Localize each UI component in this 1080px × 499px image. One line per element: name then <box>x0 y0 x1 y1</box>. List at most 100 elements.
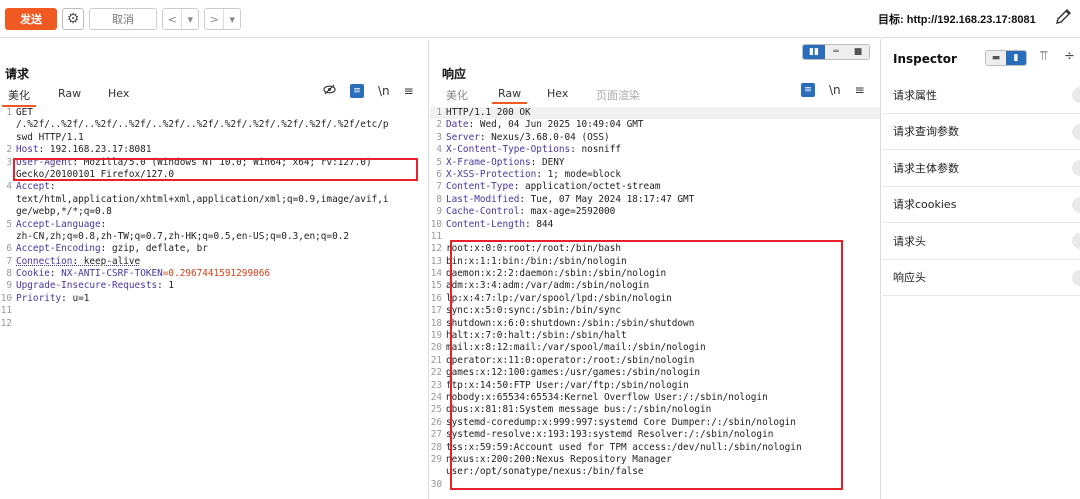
expand-handle[interactable] <box>1072 196 1080 213</box>
code-line: 6 X-XSS-Protection: 1; mode=block <box>430 169 880 181</box>
layout-toggle: ▮▮ ═ ■ <box>802 44 870 60</box>
edit-target-icon[interactable] <box>1054 6 1076 28</box>
newline-toggle[interactable]: \n <box>829 83 841 97</box>
line-number: 24 <box>430 391 442 403</box>
code-line: 5 Accept-Language: <box>0 219 428 231</box>
response-tab-pretty[interactable]: 美化 <box>446 87 468 103</box>
split-horizontal-icon[interactable]: ▮▮ <box>803 45 825 59</box>
line-number: 12 <box>0 317 12 329</box>
code-token: : Mozilla/5.0 (Windows NT 10.0; Win64; x… <box>72 156 372 168</box>
code-line: 21 operator:x:11:0:operator:/root:/sbin/n… <box>430 355 880 367</box>
split-vertical-icon[interactable]: ═ <box>825 45 847 59</box>
code-token: lp:x:4:7:lp:/var/spool/lpd:/sbin/nologin <box>446 292 672 304</box>
code-token: : 1 <box>157 280 175 292</box>
menu-icon[interactable]: ≡ <box>855 83 865 97</box>
forward-history-dropdown[interactable]: ▾ <box>224 9 240 29</box>
code-token: Accept <box>16 181 50 193</box>
wrap-lines-icon[interactable]: ≡ <box>350 84 364 98</box>
code-token: X-XSS-Protection <box>446 168 537 180</box>
code-token: nobody:x:65534:65534:Kernel Overflow Use… <box>446 391 768 403</box>
inspector-panel-icon[interactable]: ▮ <box>1006 51 1026 65</box>
code-line: ge/webp,*/*;q=0.8 <box>0 206 428 218</box>
target-label: 目标: http://192.168.23.17:8081 <box>878 14 1036 26</box>
request-editor-tools: ≡ \n ≡ <box>323 83 414 99</box>
response-title: 响应 <box>442 67 467 81</box>
forward-button[interactable]: > <box>205 9 225 29</box>
line-text: GET <box>16 107 33 119</box>
inspector-section[interactable]: 请求查询参数 <box>882 114 1080 150</box>
inspector-section[interactable]: 响应头 <box>882 260 1080 296</box>
menu-icon[interactable]: ≡ <box>404 84 414 98</box>
inspector-section[interactable]: 请求属性 <box>882 77 1080 114</box>
wrap-lines-icon[interactable]: ≡ <box>801 83 815 97</box>
inspector-list-icon[interactable]: ▬ <box>986 51 1006 65</box>
code-token: dbus:x:81:81:System message bus:/:/sbin/… <box>446 404 712 416</box>
code-line: user:/opt/sonatype/nexus:/bin/false <box>430 466 880 478</box>
expand-handle[interactable] <box>1072 87 1080 103</box>
code-line: 23 ftp:x:14:50:FTP User:/var/ftp:/sbin/no… <box>430 380 880 392</box>
expand-handle[interactable] <box>1072 233 1080 249</box>
align-center-icon[interactable]: ÷ <box>1064 49 1075 64</box>
back-button[interactable]: < <box>163 9 183 29</box>
code-line: 7 Connection: keep-alive <box>0 256 428 268</box>
expand-handle[interactable] <box>1072 269 1080 286</box>
request-tab-hex[interactable]: Hex <box>108 87 129 100</box>
line-text: shutdown:x:6:0:shutdown:/sbin:/sbin/shut… <box>446 318 694 330</box>
code-token: GET <box>16 107 33 118</box>
code-line: 11 <box>430 231 880 243</box>
expand-handle[interactable] <box>1072 160 1080 176</box>
line-text: Priority: u=1 <box>16 293 89 305</box>
inspector-section[interactable]: 请求cookies <box>882 187 1080 223</box>
cancel-button[interactable]: 取消 <box>89 8 157 30</box>
back-history-dropdown[interactable]: ▾ <box>182 9 198 29</box>
line-text: User-Agent: Mozilla/5.0 (Windows NT 10.0… <box>16 157 372 169</box>
code-token: zh-CN,zh;q=0.8,zh-TW;q=0.7,zh-HK;q=0.5,e… <box>16 230 350 242</box>
response-tab-render[interactable]: 页面渲染 <box>596 87 640 103</box>
line-number: 9 <box>436 206 442 218</box>
code-token: Accept-Language <box>16 218 101 230</box>
request-editor[interactable]: 1 GET/.%2f/..%2f/..%2f/..%2f/..%2f/..%2f/… <box>0 107 428 499</box>
line-number: 12 <box>430 243 442 255</box>
request-title: 请求 <box>5 67 30 81</box>
expand-handle[interactable] <box>1072 123 1080 140</box>
line-text: Upgrade-Insecure-Requests: 1 <box>16 280 174 292</box>
code-token: bin:x:1:1:bin:/bin:/sbin/nologin <box>446 255 627 267</box>
line-number: 8 <box>436 193 442 205</box>
line-number: 29 <box>430 453 442 465</box>
response-panel: ▮▮ ═ ■ 响应 美化 Raw Hex 页面渲染 ≡ \n ≡ 1 HTTP/1… <box>430 39 881 499</box>
hide-icon[interactable] <box>323 83 336 99</box>
code-token: swd HTTP/1.1 <box>16 131 84 143</box>
response-tab-raw[interactable]: Raw <box>491 87 528 104</box>
line-number: 6 <box>6 243 12 255</box>
inspector-section[interactable]: 请求主体参数 <box>882 150 1080 187</box>
request-tab-raw[interactable]: Raw <box>58 87 81 100</box>
single-pane-icon[interactable]: ■ <box>847 45 869 59</box>
line-number: 20 <box>430 342 442 354</box>
line-number: 25 <box>430 404 442 416</box>
send-button[interactable]: 发送 <box>5 8 57 30</box>
code-token: Connection <box>16 255 73 267</box>
code-token: : u=1 <box>61 292 90 304</box>
response-editor[interactable]: 1 HTTP/1.1 200 OK 2 Date: Wed, 04 Jun 2025 … <box>430 107 880 499</box>
gear-icon[interactable]: ⚙ <box>62 8 84 30</box>
code-token: X-Frame-Options <box>446 156 531 168</box>
line-text: nexus:x:200:200:Nexus Repository Manager <box>446 454 672 466</box>
line-text: operator:x:11:0:operator:/root:/sbin/nol… <box>446 355 694 367</box>
line-text: Accept-Encoding: gzip, deflate, br <box>16 243 208 255</box>
code-line: 9 Cache-Control: max-age=2592000 <box>430 206 880 218</box>
inspector-section[interactable]: 请求头 <box>882 223 1080 260</box>
code-token: games:x:12:100:games:/usr/games:/sbin/no… <box>446 367 700 379</box>
response-tab-hex[interactable]: Hex <box>547 87 568 100</box>
code-line: 22 games:x:12:100:games:/usr/games:/sbin/… <box>430 367 880 379</box>
code-line: 26 systemd-coredump:x:999:997:systemd Cor… <box>430 417 880 429</box>
inspector-layout-toggle: ▬ ▮ <box>985 50 1027 66</box>
line-text: ftp:x:14:50:FTP User:/var/ftp:/sbin/nolo… <box>446 380 689 392</box>
line-text: Accept: <box>16 181 56 193</box>
forward-nav-group: > ▾ <box>204 8 241 30</box>
code-line: swd HTTP/1.1 <box>0 132 428 144</box>
align-top-icon[interactable]: ⫪ <box>1040 49 1047 64</box>
newline-toggle[interactable]: \n <box>378 84 390 98</box>
code-line: 2 Date: Wed, 04 Jun 2025 10:49:04 GMT <box>430 119 880 131</box>
code-token: Content-Type <box>446 181 514 193</box>
request-tab-pretty[interactable]: 美化 <box>2 87 36 107</box>
